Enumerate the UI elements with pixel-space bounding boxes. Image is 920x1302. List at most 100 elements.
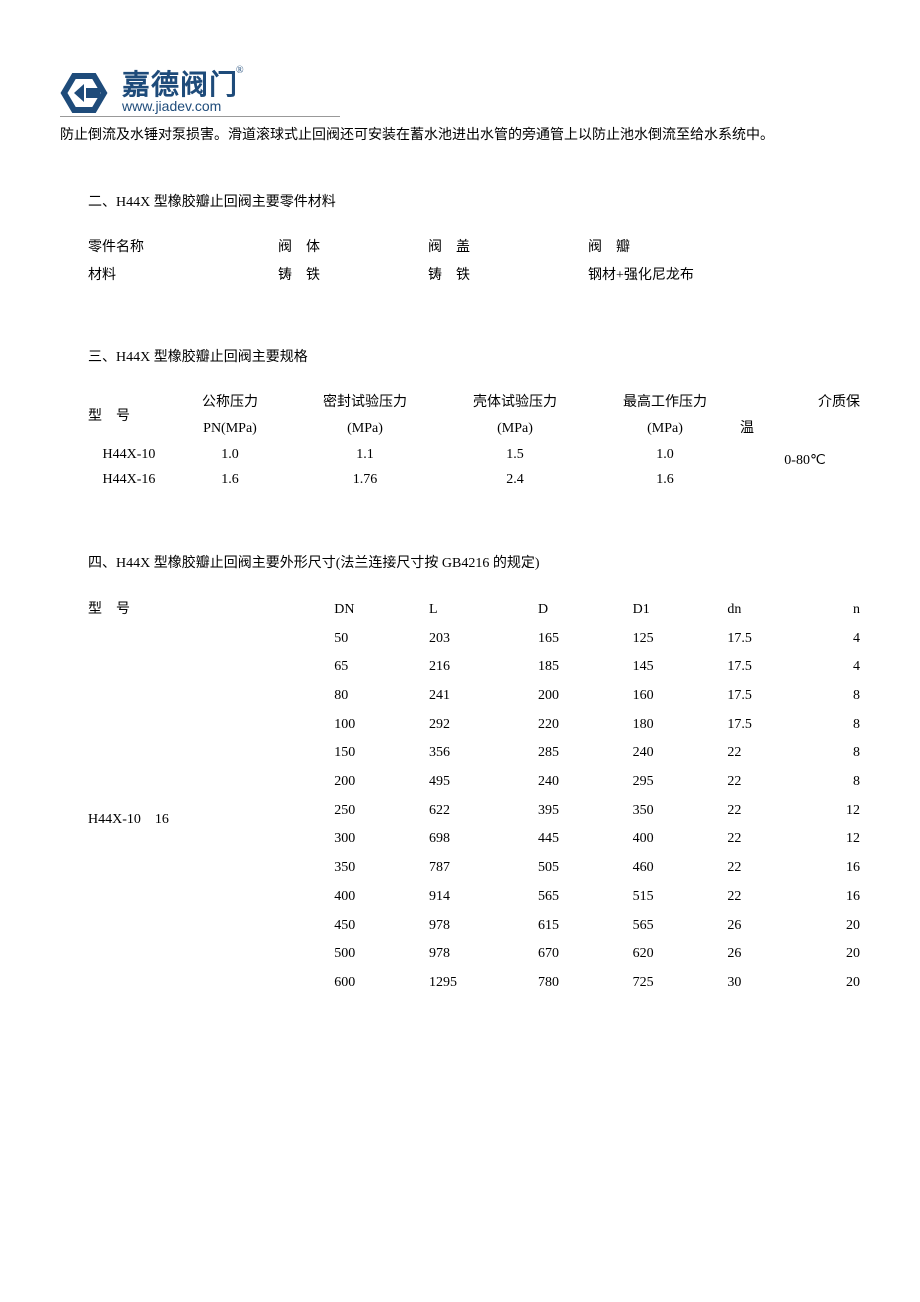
cell: 620 [633, 940, 728, 969]
table-row: H44X-16 1.6 1.76 2.4 1.6 [88, 467, 860, 493]
cell: 914 [429, 883, 538, 912]
cell [88, 653, 334, 682]
cell: 495 [429, 768, 538, 797]
cell: 180 [633, 711, 728, 740]
cell: 220 [538, 711, 633, 740]
cell: 500 [334, 940, 429, 969]
table-row: 4509786155652620 [88, 912, 860, 941]
cell: 565 [633, 912, 728, 941]
cell: 780 [538, 969, 633, 998]
header-text: 介质保 [740, 390, 860, 416]
cell: 阀 盖 [428, 234, 588, 262]
cell: 460 [633, 854, 728, 883]
cell: 787 [429, 854, 538, 883]
section2-title: 二、H44X 型橡胶瓣止回阀主要零件材料 [88, 190, 860, 217]
cell: 615 [538, 912, 633, 941]
table-row: 10029222018017.58 [88, 711, 860, 740]
cell: 1295 [429, 969, 538, 998]
cell: 445 [538, 825, 633, 854]
cell: 4 [822, 653, 860, 682]
brand-text: 嘉德阀门® www.jiadev.com [122, 71, 246, 116]
col-seal: 密封试验压力 (MPa) [290, 390, 440, 442]
cell [88, 912, 334, 941]
cell: 400 [633, 825, 728, 854]
brand-url: www.jiadev.com [122, 98, 221, 114]
cell: 216 [429, 653, 538, 682]
page: 嘉德阀门® www.jiadev.com 防止倒流及水锤对泵损害。滑道滚球式止回… [0, 0, 920, 1058]
cell: H44X-10 [88, 442, 170, 468]
cell: 17.5 [727, 682, 822, 711]
cell: 1.1 [290, 442, 440, 468]
cell: 16 [822, 883, 860, 912]
cell: 600 [334, 969, 429, 998]
cell: 100 [334, 711, 429, 740]
cell: 622 [429, 797, 538, 826]
cell [88, 940, 334, 969]
cell: 12 [822, 825, 860, 854]
cell: 285 [538, 739, 633, 768]
cell: 1.6 [170, 467, 290, 493]
col-n: n [822, 596, 860, 625]
table-row: 60012957807253020 [88, 969, 860, 998]
col-temp: 介质保 温 [740, 390, 860, 442]
cell: 30 [727, 969, 822, 998]
col-dn: DN [334, 596, 429, 625]
cell: 22 [727, 854, 822, 883]
cell: 350 [633, 797, 728, 826]
cell: 1.0 [590, 442, 740, 468]
cell: 292 [429, 711, 538, 740]
cell: 565 [538, 883, 633, 912]
header-text: 壳体试验压力 [440, 390, 590, 416]
cell: 65 [334, 653, 429, 682]
cell: 22 [727, 797, 822, 826]
cell [88, 711, 334, 740]
header-text: (MPa) [590, 416, 740, 442]
cell: 阀 体 [278, 234, 428, 262]
header-text: 型 号 [88, 404, 170, 430]
table-row: 3507875054602216 [88, 854, 860, 883]
cell-label: 零件名称 [88, 234, 278, 262]
cell: H44X-16 [88, 467, 170, 493]
col-pn: 公称压力 PN(MPa) [170, 390, 290, 442]
col-d: D [538, 596, 633, 625]
table-body: H44X-10 1.0 1.1 1.5 1.0 H44X-16 1.6 1.76… [88, 442, 860, 494]
table-header: 型 号 DN L D D1 dn n [88, 596, 860, 625]
cell: 17.5 [727, 625, 822, 654]
cell [88, 682, 334, 711]
table-row: H44X-10 1.0 1.1 1.5 1.0 [88, 442, 860, 468]
cell: 150 [334, 739, 429, 768]
intro-paragraph: 防止倒流及水锤对泵损害。滑道滚球式止回阀还可安装在蓄水池进出水管的旁通管上以防止… [60, 123, 860, 150]
cell [88, 969, 334, 998]
cell: 20 [822, 969, 860, 998]
cell: 725 [633, 969, 728, 998]
cell: 978 [429, 940, 538, 969]
cell: 698 [429, 825, 538, 854]
cell: 203 [429, 625, 538, 654]
cell: 240 [633, 739, 728, 768]
cell: 200 [334, 768, 429, 797]
cell: 22 [727, 768, 822, 797]
table-body: 5020316512517.546521618514517.5480241200… [88, 625, 860, 998]
cell: 300 [334, 825, 429, 854]
col-ddn: dn [727, 596, 822, 625]
col-d1: D1 [633, 596, 728, 625]
col-shell: 壳体试验压力 (MPa) [440, 390, 590, 442]
cell: 钢材+强化尼龙布 [588, 262, 788, 290]
cell: 356 [429, 739, 538, 768]
header-text: (MPa) [290, 416, 440, 442]
dims-table: 型 号 DN L D D1 dn n H44X-10 16 5020316512… [88, 596, 860, 998]
cell: 505 [538, 854, 633, 883]
cell: 165 [538, 625, 633, 654]
cell [88, 739, 334, 768]
header-text: 密封试验压力 [290, 390, 440, 416]
section4-title: 四、H44X 型橡胶瓣止回阀主要外形尺寸(法兰连接尺寸按 GB4216 的规定) [88, 551, 860, 578]
table-row: 5020316512517.54 [88, 625, 860, 654]
cell: 125 [633, 625, 728, 654]
cell: 185 [538, 653, 633, 682]
header-text: (MPa) [440, 416, 590, 442]
cell: 240 [538, 768, 633, 797]
cell: 350 [334, 854, 429, 883]
cell: 200 [538, 682, 633, 711]
cell: 2.4 [440, 467, 590, 493]
cell [88, 883, 334, 912]
